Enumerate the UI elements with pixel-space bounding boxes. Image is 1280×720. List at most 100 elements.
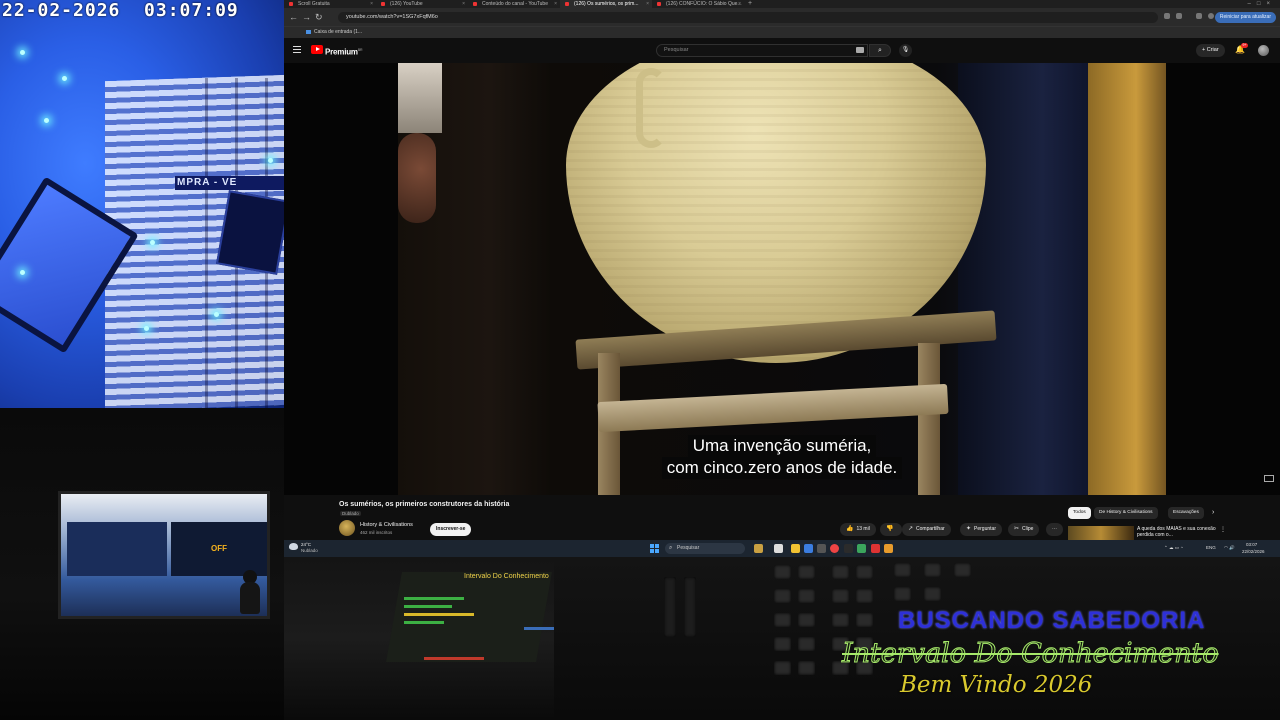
menu-icon[interactable]: [293, 46, 301, 53]
clock-date[interactable]: 22/02/2026: [1242, 549, 1265, 555]
close-icon[interactable]: ×: [370, 0, 373, 8]
cloud-icon[interactable]: [289, 543, 298, 550]
chip-all[interactable]: Todos: [1068, 507, 1091, 519]
close-icon[interactable]: ×: [738, 0, 741, 8]
stool-crossbar: [597, 383, 949, 433]
pad: [774, 589, 791, 603]
create-button[interactable]: + Criar: [1196, 44, 1225, 57]
tab-label: (126) Os sumérios, os prim...: [574, 1, 639, 7]
ask-button[interactable]: ✦ Perguntar: [960, 523, 1002, 536]
profile-icon[interactable]: [1208, 13, 1214, 19]
share-icon: ↗: [908, 526, 914, 532]
level-meter: [404, 597, 464, 600]
youtube-premium-brand[interactable]: PremiumBR: [325, 45, 363, 58]
like-count: 13 mil: [856, 526, 870, 532]
search-icon: ⌕: [669, 545, 673, 551]
bookmark-inbox[interactable]: Caixa de entrada (1...: [314, 29, 362, 35]
overlay-title-seeking-wisdom: BUSCANDO SABEDORIA: [898, 607, 1206, 634]
weather-description[interactable]: Nublado: [301, 548, 318, 553]
star-icon[interactable]: [1176, 13, 1182, 19]
tab-label: (126) CONFÚCIO: O Sábio Que...: [666, 1, 742, 7]
forward-icon[interactable]: →: [302, 11, 311, 23]
recommended-thumbnail[interactable]: [1068, 526, 1134, 540]
fader: [684, 577, 696, 637]
fullscreen-icon[interactable]: [1264, 475, 1274, 482]
edge-icon[interactable]: [804, 544, 813, 553]
new-tab-icon[interactable]: +: [744, 0, 752, 8]
app-icon[interactable]: [884, 544, 893, 553]
like-button[interactable]: 👍 13 mil: [840, 523, 876, 536]
chrome-icon[interactable]: [830, 544, 839, 553]
tab-5[interactable]: (126) CONFÚCIO: O Sábio Que... ×: [652, 0, 744, 8]
pad: [924, 563, 941, 577]
create-label: Criar: [1206, 47, 1219, 53]
more-actions-button[interactable]: ⋯: [1046, 523, 1063, 536]
keyboard-icon[interactable]: [856, 47, 864, 53]
tab-4-active[interactable]: (126) Os sumérios, os prim... ×: [560, 0, 652, 8]
chip-channel[interactable]: De History & Civilisations: [1094, 507, 1158, 519]
file-explorer-icon[interactable]: [791, 544, 800, 553]
chevron-right-icon[interactable]: ›: [1212, 507, 1214, 519]
search-button[interactable]: ⌕: [869, 44, 891, 57]
cast-icon[interactable]: [1164, 13, 1170, 19]
pad: [774, 565, 791, 579]
weather-temperature[interactable]: 24°C: [301, 542, 311, 547]
recommended-title[interactable]: A queda dos MAIAS e sua conexão perdida …: [1137, 526, 1227, 540]
tab-label: Scroll Gratuita: [298, 1, 330, 7]
channel-avatar[interactable]: [339, 520, 355, 536]
mail-icon: [306, 29, 311, 34]
taskbar-search[interactable]: ⌕ Pesquisar: [665, 543, 745, 554]
tab-2[interactable]: (126) YouTube ×: [376, 0, 468, 8]
youtube-logo-icon[interactable]: [311, 45, 323, 54]
tab-strip: Scroll Gratuita × (126) YouTube × Conteúdo…: [284, 0, 1280, 8]
video-frame[interactable]: Uma invenção suméria, com cinco.zero ano…: [398, 63, 1166, 495]
level-meter: [524, 627, 554, 630]
subscribe-button[interactable]: Inscrever-se: [430, 523, 472, 536]
obs-icon[interactable]: [844, 544, 853, 553]
app-icon[interactable]: [871, 544, 880, 553]
level-meter: [424, 657, 484, 660]
youtube-header: PremiumBR Pesquisar ⌕ 🎙 + Criar 🔔 9+: [284, 38, 1280, 63]
scissors-icon: ✂: [1014, 526, 1020, 532]
url-field[interactable]: youtube.com/watch?v=1SG7xFqfM6o: [338, 12, 1158, 23]
fairy-light: [144, 326, 149, 331]
close-icon[interactable]: ×: [646, 0, 649, 8]
tab-3[interactable]: Conteúdo do canal - YouTube ×: [468, 0, 560, 8]
windows-start-icon[interactable]: [650, 544, 659, 553]
tray-icons[interactable]: ⌃ ☁ ▭ ◔: [1164, 545, 1183, 551]
pad: [798, 637, 815, 651]
network-sound-icons[interactable]: ◠ 🔊: [1224, 545, 1235, 551]
language-indicator[interactable]: ENG: [1206, 545, 1216, 551]
task-view-icon[interactable]: [774, 544, 783, 553]
brand-label: Premium: [325, 47, 358, 57]
reload-icon[interactable]: ↻: [315, 11, 323, 23]
fairy-light: [20, 50, 25, 55]
bookmarks-bar: Caixa de entrada (1...: [284, 26, 1280, 38]
close-icon[interactable]: ×: [554, 0, 557, 8]
tab-1[interactable]: Scroll Gratuita ×: [284, 0, 376, 8]
chip-excavations[interactable]: Escavações: [1168, 507, 1204, 519]
video-hand: [398, 133, 436, 223]
avatar[interactable]: [1258, 45, 1269, 56]
update-button[interactable]: Reiniciar para atualizar: [1214, 12, 1276, 23]
search-input[interactable]: Pesquisar: [656, 44, 868, 57]
clip-label: Clipe: [1022, 526, 1034, 532]
store-icon[interactable]: [817, 544, 826, 553]
fairy-light: [20, 270, 25, 275]
app-icon[interactable]: [857, 544, 866, 553]
clock-time[interactable]: 03:07: [1246, 542, 1257, 548]
mixer-title: Intervalo Do Conhecimento: [464, 573, 549, 580]
close-icon[interactable]: ×: [462, 0, 465, 8]
video-player[interactable]: Uma invenção suméria, com cinco.zero ano…: [284, 63, 1280, 495]
voice-search-button[interactable]: 🎙: [899, 44, 912, 57]
channel-name[interactable]: History & Civilisations: [360, 522, 413, 528]
more-icon[interactable]: ⋮: [1220, 526, 1226, 533]
dislike-button[interactable]: 👎: [880, 523, 903, 536]
window-controls[interactable]: –□×: [1248, 0, 1276, 8]
share-button[interactable]: ↗ Compartilhar: [902, 523, 951, 536]
back-icon[interactable]: ←: [289, 11, 298, 23]
video-sleeve: [398, 63, 442, 133]
extension-icon[interactable]: [1196, 13, 1202, 19]
widget-icon[interactable]: [754, 544, 763, 553]
clip-button[interactable]: ✂ Clipe: [1008, 523, 1040, 536]
